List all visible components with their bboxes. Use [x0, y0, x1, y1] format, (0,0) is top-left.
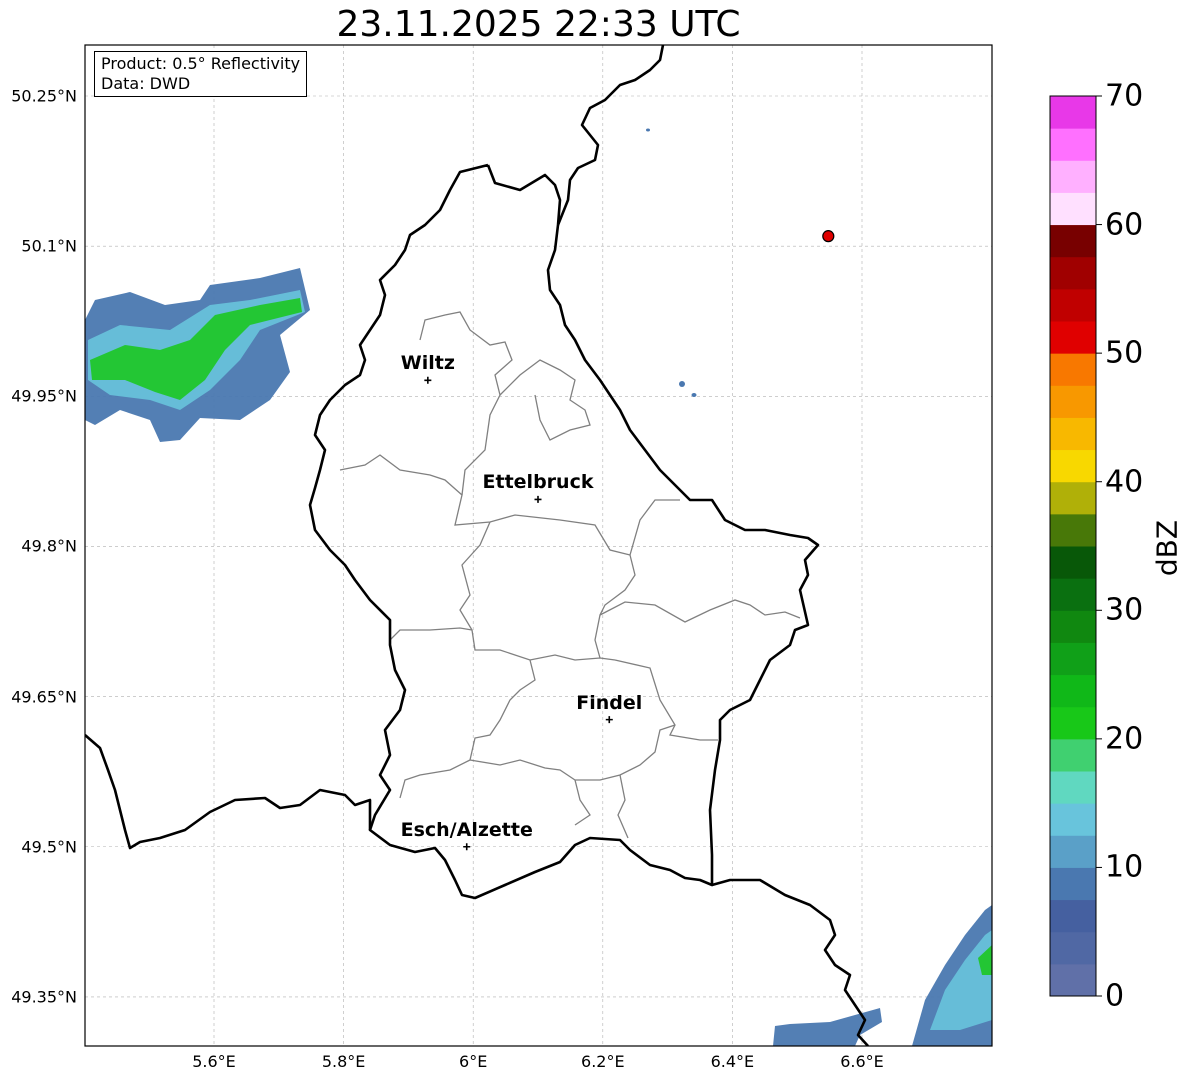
echo-speckle — [691, 393, 697, 397]
colorbar — [1049, 95, 1102, 997]
city-marker — [605, 716, 613, 724]
colorbar-segment — [1050, 385, 1096, 418]
city-markers — [424, 376, 613, 851]
colorbar-segment — [1050, 899, 1096, 933]
lat-tick-label: 49.8°N — [21, 536, 77, 556]
colorbar-segment — [1050, 321, 1096, 354]
lat-tick-label: 49.5°N — [21, 837, 77, 857]
lat-tick-label: 49.65°N — [11, 687, 77, 707]
gridlines — [85, 45, 992, 1046]
canton-boundary — [599, 599, 801, 623]
colorbar-segment — [1050, 771, 1096, 804]
colorbar-segment — [1050, 288, 1096, 322]
canton-boundary — [617, 774, 629, 839]
colorbar-segment — [1050, 610, 1096, 643]
colorbar-segment — [1050, 256, 1096, 290]
radar-echoes — [85, 128, 992, 1046]
city-label: Esch/Alzette — [400, 818, 533, 841]
city-marker — [534, 495, 542, 503]
colorbar-segment — [1050, 481, 1096, 515]
colorbar-segment — [1050, 353, 1096, 386]
city-label: Wiltz — [400, 352, 455, 375]
lon-tick-label: 5.6°E — [192, 1052, 236, 1071]
map-frame — [84, 44, 993, 1047]
city-marker — [424, 376, 432, 384]
colorbar-label: dBZ — [1150, 519, 1184, 577]
canton-boundaries — [339, 311, 801, 839]
colorbar-segment — [1050, 417, 1096, 451]
lon-tick-label: 6°E — [459, 1052, 488, 1071]
colorbar-segment — [1050, 224, 1096, 258]
canton-boundary — [499, 359, 591, 441]
germany-belgium-border — [556, 45, 665, 226]
lat-tick-label: 49.95°N — [11, 386, 77, 406]
info-product: Product: 0.5° Reflectivity — [101, 54, 301, 73]
map-canvas — [84, 44, 1102, 1047]
canton-boundary — [574, 779, 591, 826]
country-borders — [85, 45, 869, 1046]
city-marker — [463, 843, 471, 851]
colorbar-segment — [1050, 642, 1096, 676]
colorbar-tick-label: 40 — [1105, 464, 1144, 500]
radar-site-marker — [822, 230, 835, 243]
colorbar-tick-label: 20 — [1105, 721, 1144, 757]
colorbar-tick-label: 10 — [1105, 849, 1144, 885]
map-title: 23.11.2025 22:33 UTC — [336, 4, 741, 45]
colorbar-segment — [1050, 803, 1096, 836]
colorbar-segment — [1050, 963, 1096, 997]
canton-boundary — [469, 724, 676, 781]
info-box: Product: 0.5° Reflectivity Data: DWD — [94, 51, 308, 97]
canton-boundary — [459, 521, 616, 661]
colorbar-segment — [1050, 449, 1096, 483]
colorbar-segment — [1050, 546, 1096, 579]
colorbar-segment — [1050, 931, 1096, 965]
colorbar-segment — [1050, 192, 1096, 226]
canton-boundary — [339, 454, 680, 556]
info-data-source: Data: DWD — [101, 74, 191, 93]
colorbar-segment — [1050, 513, 1096, 547]
lon-tick-label: 6.6°E — [840, 1052, 884, 1071]
city-label: Findel — [576, 691, 643, 714]
echo-speckle — [679, 381, 685, 387]
lon-tick-label: 6.2°E — [581, 1052, 625, 1071]
colorbar-tick-label: 70 — [1105, 78, 1144, 114]
lon-tick-label: 5.8°E — [321, 1052, 366, 1071]
canton-boundary — [419, 311, 513, 496]
luxembourg-border — [308, 163, 820, 900]
echo-speckle — [646, 128, 650, 132]
lat-tick-label: 50.1°N — [21, 236, 77, 256]
france-belgium-border — [85, 734, 372, 850]
canton-boundary — [399, 659, 536, 799]
colorbar-segment — [1050, 835, 1096, 868]
echo-cluster-s — [773, 1008, 882, 1046]
lon-tick-label: 6.4°E — [710, 1052, 755, 1071]
colorbar-tick-label: 30 — [1105, 592, 1144, 628]
colorbar-segment — [1050, 867, 1096, 901]
canton-boundary — [389, 627, 473, 641]
colorbar-segment — [1050, 96, 1096, 129]
colorbar-segment — [1050, 738, 1096, 772]
colorbar-segment — [1050, 160, 1096, 193]
colorbar-segment — [1050, 674, 1096, 708]
colorbar-tick-label: 60 — [1105, 207, 1144, 243]
city-label: Ettelbruck — [482, 471, 594, 494]
colorbar-tick-label: 0 — [1105, 978, 1125, 1014]
colorbar-segment — [1050, 128, 1096, 161]
colorbar-tick-label: 50 — [1105, 335, 1144, 371]
lat-tick-label: 50.25°N — [11, 86, 77, 106]
colorbar-segment — [1050, 706, 1096, 740]
colorbar-segment — [1050, 578, 1096, 611]
lat-tick-label: 49.35°N — [11, 987, 77, 1007]
